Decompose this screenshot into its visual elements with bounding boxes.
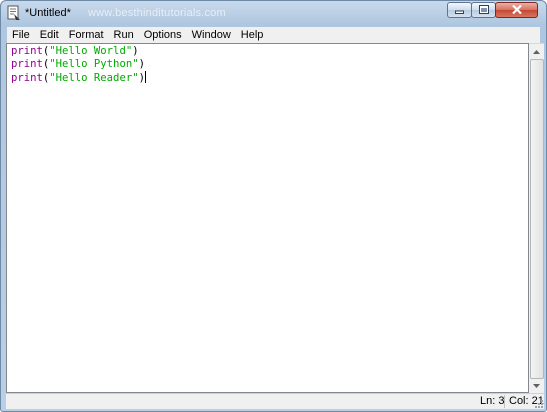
code-string: "Hello Python" xyxy=(49,58,139,70)
code-keyword: print xyxy=(11,45,43,57)
scroll-down-arrow-icon[interactable] xyxy=(530,379,543,392)
status-line-number: Ln: 3 xyxy=(480,395,505,407)
maximize-button[interactable] xyxy=(471,2,496,18)
vertical-scrollbar[interactable] xyxy=(529,43,544,393)
minimize-button[interactable] xyxy=(447,2,472,18)
close-icon xyxy=(511,1,522,19)
code-editor[interactable]: print("Hello World") print("Hello Python"… xyxy=(6,43,529,393)
menu-window[interactable]: Window xyxy=(187,27,236,43)
python-idle-icon[interactable] xyxy=(7,5,21,21)
menu-edit[interactable]: Edit xyxy=(35,27,64,43)
window-title: *Untitled* xyxy=(25,7,71,19)
menu-options[interactable]: Options xyxy=(139,27,187,43)
status-divider xyxy=(504,395,505,408)
menu-file[interactable]: File xyxy=(7,27,35,43)
scrollbar-thumb[interactable] xyxy=(530,59,544,379)
code-line: print("Hello Python") xyxy=(11,58,146,71)
menu-run[interactable]: Run xyxy=(109,27,139,43)
code-line: print("Hello World") xyxy=(11,45,146,58)
code-text: print("Hello World") print("Hello Python"… xyxy=(11,45,146,85)
status-bar: Ln: 3 Col: 21 xyxy=(6,393,544,409)
menu-help[interactable]: Help xyxy=(236,27,269,43)
title-bar[interactable]: *Untitled* www.besthinditutorials.com xyxy=(1,1,546,25)
resize-grip-icon[interactable] xyxy=(532,397,544,409)
code-string: "Hello World" xyxy=(49,45,133,57)
code-keyword: print xyxy=(11,72,43,84)
code-paren-close: ) xyxy=(138,58,145,70)
close-button[interactable] xyxy=(495,2,538,18)
window-controls xyxy=(447,2,538,20)
menu-bar: File Edit Format Run Options Window Help xyxy=(7,27,540,43)
code-paren-close: ) xyxy=(132,45,139,57)
text-caret xyxy=(144,71,146,83)
scroll-up-arrow-icon[interactable] xyxy=(530,45,543,58)
code-string: "Hello Reader" xyxy=(49,72,139,84)
maximize-icon xyxy=(478,1,489,19)
code-line: print("Hello Reader") xyxy=(11,71,146,85)
idle-editor-window: *Untitled* www.besthinditutorials.com Fi… xyxy=(0,0,547,412)
minimize-icon xyxy=(455,1,464,19)
code-keyword: print xyxy=(11,58,43,70)
watermark-text: www.besthinditutorials.com xyxy=(88,7,226,19)
menu-format[interactable]: Format xyxy=(64,27,109,43)
